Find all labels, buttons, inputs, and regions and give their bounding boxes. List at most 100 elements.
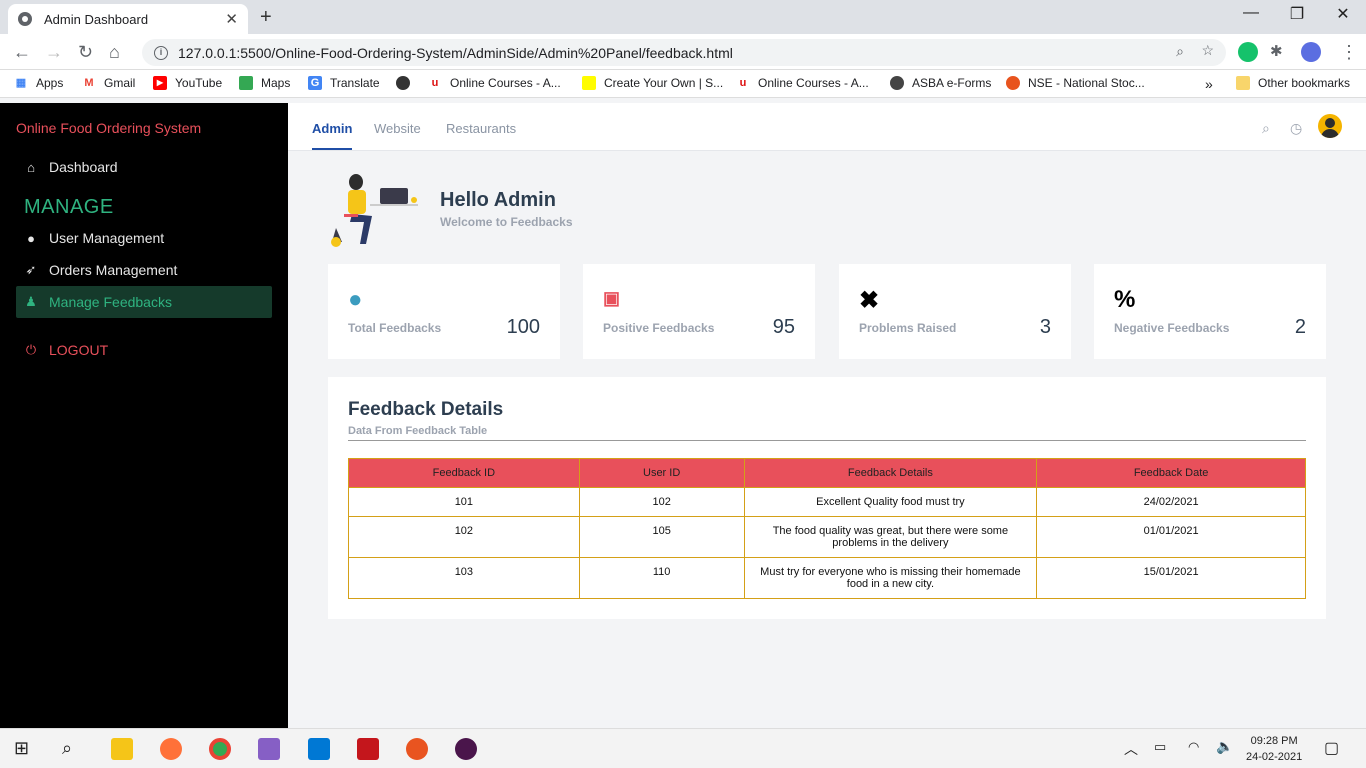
- clock-time: 09:28 PM: [1250, 735, 1298, 747]
- money-icon: ▣: [603, 288, 621, 308]
- minimize-icon[interactable]: —: [1228, 4, 1274, 22]
- bookmark-label: Create Your Own | S...: [604, 76, 724, 90]
- bookmark-online-courses-2[interactable]: u Online Courses - A...: [736, 76, 869, 90]
- grammarly-icon[interactable]: [1238, 42, 1258, 62]
- chevron-up-icon[interactable]: ︿: [1124, 739, 1138, 759]
- card-value: 2: [1294, 316, 1306, 338]
- percent-icon: %: [1114, 286, 1136, 313]
- column-header: Feedback Date: [1036, 458, 1306, 488]
- taskbar: ⊞ ⌕ ︿ ▭ ◠ 🔈 09:28 PM 24-02-2021 ▢: [0, 728, 1366, 768]
- table-cell: 103: [348, 557, 580, 599]
- card-value: 95: [772, 316, 795, 338]
- restore-icon[interactable]: ❐: [1274, 4, 1320, 24]
- table-cell: 101: [348, 487, 580, 517]
- bookmark-label: Translate: [330, 76, 380, 90]
- ubuntu-icon[interactable]: [406, 738, 428, 760]
- forward-icon[interactable]: →: [45, 42, 63, 63]
- volume-icon[interactable]: 🔈: [1216, 738, 1233, 755]
- visual-studio-icon[interactable]: [258, 738, 280, 760]
- tab-website[interactable]: Website: [374, 121, 421, 136]
- bookmark-label: Other bookmarks: [1258, 76, 1351, 90]
- slack-icon[interactable]: [455, 738, 477, 760]
- section-heading: MANAGE: [24, 196, 114, 218]
- table-row: 101 102 Excellent Quality food must try …: [348, 487, 1306, 517]
- home-icon: ⌂: [27, 159, 35, 175]
- nse-icon: [1006, 76, 1020, 90]
- card-label: Positive Feedbacks: [603, 321, 715, 335]
- table-row: 103 110 Must try for everyone who is mis…: [348, 557, 1306, 599]
- bookmark-youtube[interactable]: ▶ YouTube: [153, 76, 222, 90]
- avatar[interactable]: [1318, 114, 1342, 138]
- greeting-title: Hello Admin: [440, 189, 556, 211]
- brand-title[interactable]: Online Food Ordering System: [16, 120, 201, 136]
- x-icon: ✖: [859, 287, 880, 314]
- globe-icon: [890, 76, 904, 90]
- bookmark-apps[interactable]: ▦ Apps: [14, 76, 64, 90]
- star-icon[interactable]: ☆: [1201, 42, 1214, 59]
- bookmark-create-your-own[interactable]: Create Your Own | S...: [582, 76, 723, 90]
- gmail-icon: M: [84, 77, 94, 89]
- bookmark-label: Online Courses - A...: [450, 76, 561, 90]
- sidebar-item-orders[interactable]: ➶ Orders Management: [16, 254, 272, 286]
- new-tab-icon[interactable]: +: [260, 6, 272, 29]
- greeting-subtitle: Welcome to Feedbacks: [440, 215, 573, 229]
- sidebar-item-user-management[interactable]: ● User Management: [16, 222, 272, 254]
- more-bookmarks[interactable]: »: [1205, 76, 1213, 92]
- clock-icon[interactable]: ◷: [1290, 120, 1302, 137]
- bookmark-maps[interactable]: Maps: [239, 76, 290, 90]
- stat-card-total: ● Total Feedbacks 100: [328, 264, 560, 359]
- table-cell: Must try for everyone who is missing the…: [743, 557, 1038, 599]
- search-icon[interactable]: ⌕: [1262, 120, 1270, 137]
- bookmark-other[interactable]: Other bookmarks: [1236, 76, 1350, 90]
- clock[interactable]: 09:28 PM 24-02-2021: [1246, 733, 1302, 765]
- menu-icon[interactable]: ⋮: [1340, 42, 1358, 63]
- acrobat-icon[interactable]: [357, 738, 379, 760]
- address-bar: ← → ↻ ⌂ i 127.0.0.1:5500/Online-Food-Ord…: [0, 34, 1366, 70]
- table-cell: 102: [578, 487, 745, 517]
- logout-button[interactable]: ⏻ LOGOUT: [16, 334, 272, 366]
- bookmark-label: Maps: [261, 76, 291, 90]
- column-header: User ID: [578, 458, 745, 488]
- bookmark-asba[interactable]: ASBA e-Forms: [890, 76, 991, 90]
- battery-icon[interactable]: ▭: [1154, 739, 1166, 755]
- user-circle-icon: ●: [27, 230, 35, 246]
- profile-icon[interactable]: [1301, 42, 1321, 62]
- bookmark-online-courses[interactable]: u Online Courses - A...: [428, 76, 561, 90]
- stat-card-negative: % Negative Feedbacks 2: [1094, 264, 1326, 359]
- clock-date: 24-02-2021: [1246, 751, 1303, 763]
- search-icon[interactable]: ⌕: [62, 738, 84, 760]
- reload-icon[interactable]: ↻: [78, 42, 93, 63]
- close-tab-icon[interactable]: ✕: [225, 10, 238, 28]
- sidebar-item-feedbacks[interactable]: ♟ Manage Feedbacks: [16, 286, 272, 318]
- windows-start-icon[interactable]: ⊞: [14, 738, 36, 760]
- info-icon[interactable]: i: [154, 45, 168, 60]
- tab-admin[interactable]: Admin: [312, 121, 353, 150]
- sidebar: Online Food Ordering System ⌂ Dashboard M…: [0, 103, 288, 728]
- bookmark-label: Online Courses - A...: [758, 76, 869, 90]
- bookmark-nse[interactable]: NSE - National Stoc...: [1006, 76, 1145, 90]
- wifi-icon[interactable]: ◠: [1188, 739, 1199, 755]
- browser-tab[interactable]: Admin Dashboard ✕: [8, 4, 248, 34]
- feedback-table: Feedback ID User ID Feedback Details Fee…: [348, 458, 1306, 599]
- table-cell: Excellent Quality food must try: [743, 487, 1038, 517]
- back-icon[interactable]: ←: [13, 42, 31, 63]
- close-window-icon[interactable]: ✕: [1320, 4, 1366, 24]
- file-explorer-icon[interactable]: [111, 738, 133, 760]
- bookmark-translate[interactable]: G Translate: [308, 76, 380, 90]
- url-field[interactable]: i 127.0.0.1:5500/Online-Food-Ordering-Sy…: [142, 39, 1226, 66]
- column-header: Feedback ID: [348, 458, 580, 488]
- tab-restaurants[interactable]: Restaurants: [446, 121, 516, 136]
- home-icon[interactable]: ⌂: [109, 42, 120, 63]
- vscode-icon[interactable]: [308, 738, 330, 760]
- bookmark-label: Gmail: [104, 76, 136, 90]
- notification-icon[interactable]: ▢: [1324, 738, 1339, 758]
- chrome-icon[interactable]: [209, 738, 231, 760]
- globe-icon: [18, 12, 32, 26]
- zoom-icon[interactable]: ⌕: [1176, 43, 1184, 60]
- sidebar-item-dashboard[interactable]: ⌂ Dashboard: [16, 151, 272, 183]
- extensions-icon[interactable]: ✱: [1270, 42, 1283, 60]
- bookmark-online-courses-1[interactable]: [396, 76, 418, 90]
- bookmark-gmail[interactable]: M Gmail: [82, 76, 135, 90]
- table-cell: 105: [578, 516, 745, 558]
- firefox-icon[interactable]: [160, 738, 182, 760]
